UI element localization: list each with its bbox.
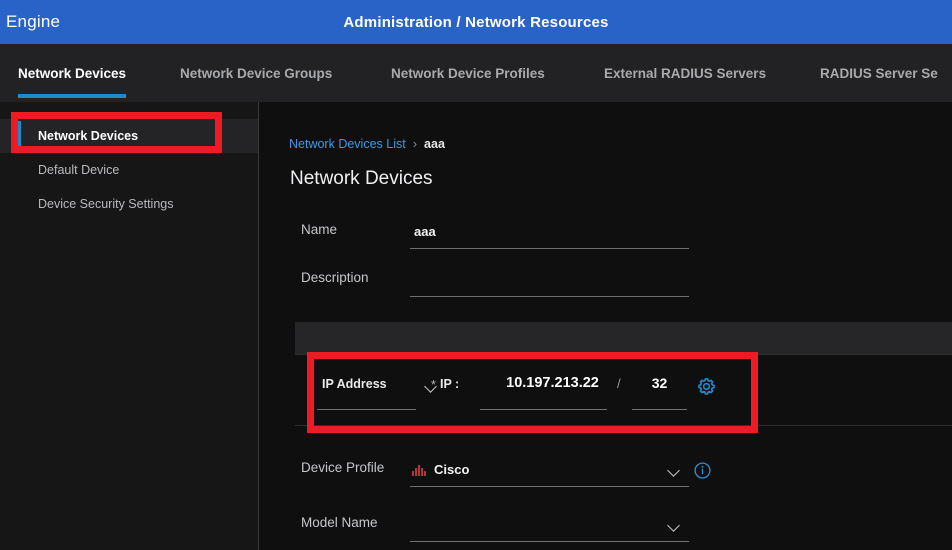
field-row-name: Name aaa (260, 216, 952, 256)
ip-type-select-value[interactable]: IP Address (322, 377, 387, 391)
field-label-name: Name (301, 222, 338, 237)
field-underline (410, 486, 689, 487)
field-row-device-profile: Device Profile Cisco (260, 454, 952, 494)
breadcrumb-link-network-devices-list[interactable]: Network Devices List (289, 137, 406, 151)
tab-label: RADIUS Server Se (820, 65, 938, 81)
field-label-device-profile: Device Profile (301, 460, 385, 475)
ip-address-row: IP Address * IP : 10.197.213.22 / 32 (295, 354, 952, 426)
field-value-device-profile[interactable]: Cisco (434, 462, 469, 477)
page-breadcrumb-title: Administration / Network Resources (343, 13, 609, 31)
ip-table-header-band (295, 322, 952, 354)
cisco-logo-icon (412, 462, 428, 476)
tab-network-device-profiles[interactable]: Network Device Profiles (391, 44, 545, 102)
sidebar-item-label: Device Security Settings (38, 197, 174, 211)
field-label-model-name: Model Name (301, 515, 378, 530)
sidebar-item-device-security-settings[interactable]: Device Security Settings (0, 187, 258, 221)
field-label-description: Description (301, 270, 369, 285)
required-asterisk: * (431, 378, 436, 392)
ip-address-underline (480, 409, 607, 410)
ip-address-input[interactable]: 10.197.213.22 (490, 375, 615, 391)
page-title: Network Devices (290, 168, 433, 189)
tab-label: External RADIUS Servers (604, 65, 767, 81)
breadcrumb-current: aaa (424, 136, 445, 151)
tab-network-devices[interactable]: Network Devices (18, 44, 127, 102)
subnet-mask-underline (632, 409, 687, 410)
tab-radius-server-sequences[interactable]: RADIUS Server Se (820, 44, 938, 102)
chevron-down-icon[interactable] (669, 521, 681, 528)
tab-label: Network Device Profiles (391, 65, 545, 81)
breadcrumb: Network Devices List › aaa (289, 136, 445, 151)
application-window: Engine Administration / Network Resource… (0, 0, 952, 550)
field-row-description: Description (260, 264, 952, 304)
sidebar-item-label: Network Devices (38, 129, 139, 143)
tab-label: Network Device Groups (180, 65, 333, 81)
gear-icon[interactable] (697, 377, 716, 401)
sidebar-item-network-devices[interactable]: Network Devices (0, 119, 258, 153)
info-icon[interactable] (694, 462, 711, 484)
ip-field-label: IP : (440, 377, 460, 391)
primary-tab-strip: Network Devices Network Device Groups Ne… (0, 44, 952, 102)
breadcrumb-separator-icon: › (412, 136, 418, 151)
chevron-down-icon[interactable] (669, 466, 681, 473)
field-underline (410, 296, 689, 297)
field-underline (410, 248, 689, 249)
subnet-mask-input[interactable]: 32 (632, 375, 687, 391)
field-underline (410, 541, 689, 542)
secondary-sidebar: Network Devices Default Device Device Se… (0, 102, 259, 550)
sidebar-item-default-device[interactable]: Default Device (0, 153, 258, 187)
field-row-model-name: Model Name (260, 509, 952, 549)
cidr-separator: / (617, 376, 621, 391)
field-value-name[interactable]: aaa (414, 224, 436, 239)
ip-type-underline (317, 409, 416, 410)
sidebar-item-label: Default Device (38, 163, 120, 177)
tab-external-radius-servers[interactable]: External RADIUS Servers (604, 44, 766, 102)
tab-network-device-groups[interactable]: Network Device Groups (180, 44, 332, 102)
tab-label: Network Devices (18, 65, 127, 81)
app-header: Engine Administration / Network Resource… (0, 0, 952, 44)
